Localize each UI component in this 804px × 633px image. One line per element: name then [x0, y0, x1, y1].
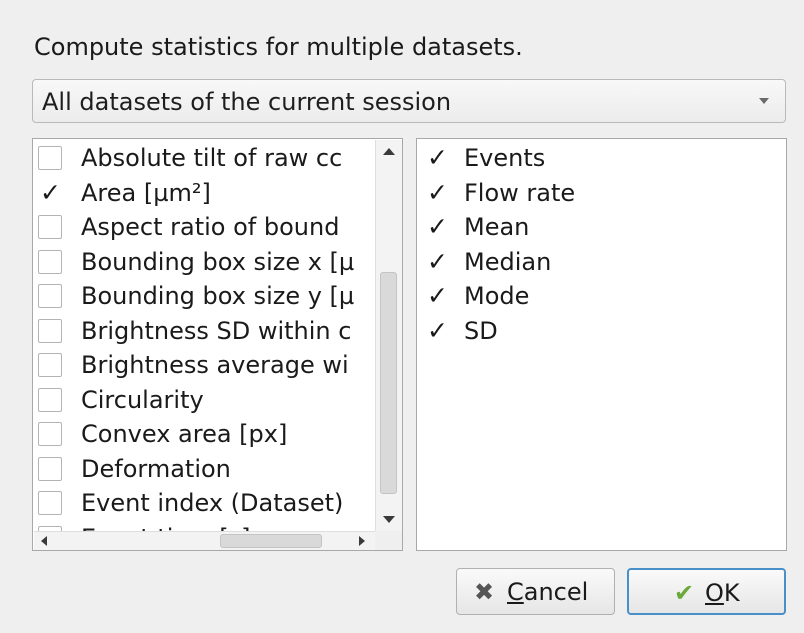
check-icon: ✓ [40, 177, 61, 207]
dataset-select-value: All datasets of the current session [42, 88, 452, 116]
checkbox-checked[interactable]: ✓ [425, 177, 449, 207]
checkbox-unchecked[interactable] [38, 387, 62, 412]
vertical-scroll-thumb[interactable] [380, 272, 397, 494]
check-icon: ✓ [427, 246, 448, 276]
feature-list[interactable]: Absolute tilt of raw cc ✓ Area [µm²] Aspect… [32, 138, 403, 551]
list-item[interactable]: ✓ Events [417, 142, 777, 176]
scroll-up-arrow-icon[interactable] [383, 148, 395, 155]
statistics-list[interactable]: ✓ Events ✓ Flow rate ✓ Mean ✓ Median ✓ Mode ✓ SD [416, 138, 787, 551]
checkbox-unchecked[interactable] [38, 318, 62, 343]
checkbox-unchecked[interactable] [38, 249, 62, 274]
list-item-label: Flow rate [464, 178, 576, 207]
checkbox-unchecked[interactable] [38, 215, 62, 239]
ok-button-label: OK [705, 579, 740, 607]
ok-mnemonic: O [705, 579, 724, 607]
checkmark-icon: ✔ [674, 579, 695, 607]
scrollbar-corner [375, 531, 402, 550]
list-item-label: Bounding box size x [µ [81, 247, 355, 276]
cancel-button-label: Cancel [507, 578, 588, 606]
list-item[interactable]: Event time [s] [34, 522, 375, 532]
list-item[interactable]: ✓ Mean [417, 211, 777, 245]
list-item-label: Deformation [81, 454, 231, 483]
cancel-label-rest: ancel [523, 578, 589, 606]
checkbox-checked[interactable]: ✓ [38, 177, 62, 207]
list-item-label: Event time [s] [81, 522, 250, 532]
dataset-select[interactable]: All datasets of the current session [32, 79, 786, 123]
list-item[interactable]: Event index (Dataset) [34, 487, 375, 521]
checkbox-unchecked[interactable] [38, 491, 62, 515]
checkbox-checked[interactable]: ✓ [425, 212, 449, 241]
list-item-label: Bounding box size y [µ [81, 282, 355, 310]
checkbox-unchecked[interactable] [38, 456, 62, 481]
list-item[interactable]: Absolute tilt of raw cc [34, 142, 375, 176]
list-item-label: Mode [464, 282, 530, 310]
list-item-label: Absolute tilt of raw cc [81, 144, 343, 172]
list-item[interactable]: Convex area [px] [34, 418, 375, 452]
list-item-label: Circularity [81, 385, 204, 414]
list-item[interactable]: Brightness SD within c [34, 315, 375, 349]
statistics-dialog: Compute statistics for multiple datasets… [0, 0, 804, 633]
check-icon: ✓ [427, 143, 448, 172]
list-item[interactable]: Bounding box size y [µ [34, 280, 375, 314]
list-item-label: Area [µm²] [81, 178, 211, 207]
list-item-label: Brightness average wi [81, 351, 349, 379]
list-item[interactable]: ✓ Flow rate [417, 177, 777, 211]
horizontal-scrollbar[interactable] [34, 531, 375, 550]
list-item[interactable]: Aspect ratio of bound [34, 211, 375, 245]
check-icon: ✓ [427, 212, 448, 241]
check-icon: ✓ [427, 281, 448, 310]
list-item[interactable]: Brightness average wi [34, 349, 375, 383]
list-item[interactable]: Deformation [34, 453, 375, 487]
list-item[interactable]: Circularity [34, 384, 375, 418]
list-item-label: Brightness SD within c [81, 316, 352, 345]
vertical-scrollbar[interactable] [375, 140, 402, 531]
list-item[interactable]: ✓ Mode [417, 280, 777, 314]
dialog-heading: Compute statistics for multiple datasets… [34, 33, 523, 61]
list-item[interactable]: ✓ SD [417, 315, 777, 349]
scroll-down-arrow-icon[interactable] [383, 516, 395, 523]
checkbox-unchecked[interactable] [38, 146, 62, 170]
checkbox-checked[interactable]: ✓ [425, 281, 449, 310]
cancel-button[interactable]: ✖ Cancel [456, 568, 615, 615]
ok-button[interactable]: ✔ OK [627, 568, 786, 615]
list-item-label: Convex area [px] [81, 420, 288, 448]
scroll-right-arrow-icon[interactable] [359, 536, 365, 546]
list-item-label: Aspect ratio of bound [81, 213, 340, 241]
checkbox-unchecked[interactable] [38, 353, 62, 377]
list-item-label: Median [464, 247, 552, 276]
list-item-label: Events [464, 144, 546, 172]
checkbox-unchecked[interactable] [38, 284, 62, 308]
list-item-label: SD [464, 316, 498, 345]
checkbox-unchecked[interactable] [38, 422, 62, 446]
list-item[interactable]: ✓ Median [417, 246, 777, 280]
horizontal-scroll-thumb[interactable] [220, 534, 322, 548]
checkbox-checked[interactable]: ✓ [425, 246, 449, 276]
list-item-label: Event index (Dataset) [81, 489, 344, 517]
list-item[interactable]: ✓ Area [µm²] [34, 177, 375, 211]
checkbox-checked[interactable]: ✓ [425, 315, 449, 345]
scroll-left-arrow-icon[interactable] [41, 536, 47, 546]
list-item[interactable]: Bounding box size x [µ [34, 246, 375, 280]
feature-list-viewport: Absolute tilt of raw cc ✓ Area [µm²] Aspect… [34, 140, 375, 531]
chevron-down-icon [759, 98, 769, 104]
ok-label-rest: K [723, 579, 740, 607]
cancel-x-icon: ✖ [474, 578, 495, 606]
list-item-label: Mean [464, 213, 530, 241]
check-icon: ✓ [427, 177, 448, 207]
check-icon: ✓ [427, 315, 448, 345]
cancel-mnemonic: C [507, 578, 524, 606]
checkbox-checked[interactable]: ✓ [425, 143, 449, 172]
